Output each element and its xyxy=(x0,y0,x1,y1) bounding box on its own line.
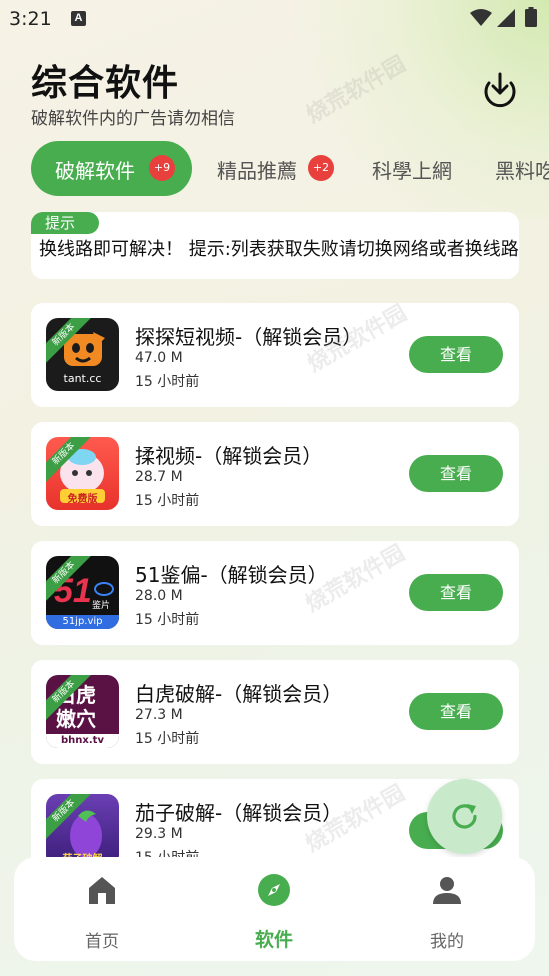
compass-icon xyxy=(258,874,290,906)
battery-icon xyxy=(525,7,537,27)
app-card[interactable]: 51 鉴片 51jp.vip 新版本 51鉴偏-（解锁会员） 28.0 M 15… xyxy=(31,541,519,645)
category-tabs: 破解软件 +9 精品推薦 +2 科學上網 黑料吃瓜 xyxy=(0,141,549,197)
download-icon[interactable] xyxy=(481,70,519,108)
person-icon xyxy=(433,877,461,904)
app-size: 29.3 M xyxy=(135,826,183,842)
app-updated-time: 15 小时前 xyxy=(135,612,200,628)
notification-a-icon: A xyxy=(71,11,86,26)
app-icon-rou: 免费版 新版本 xyxy=(46,437,119,510)
app-size: 47.0 M xyxy=(135,350,183,366)
play-circle-icon xyxy=(94,582,114,596)
page-title: 综合软件 xyxy=(31,63,180,104)
icon-caption: 免费版 xyxy=(67,494,98,505)
tab-recommended[interactable]: 精品推薦 +2 xyxy=(217,141,342,196)
nav-label: 我的 xyxy=(430,932,464,952)
tab-badge: +9 xyxy=(149,155,175,181)
icon-caption: bhnx.tv xyxy=(46,734,119,748)
page-subtitle: 破解软件内的广告请勿相信 xyxy=(31,109,235,129)
icon-caption: 51jp.vip xyxy=(46,615,119,629)
app-name: 白虎破解-（解锁会员） xyxy=(135,682,343,706)
tab-label: 黑料吃瓜 xyxy=(495,159,549,183)
icon-logo-tag: 鉴片 xyxy=(92,601,111,611)
refresh-button[interactable] xyxy=(427,779,502,854)
tab-label: 科學上網 xyxy=(372,159,452,183)
nav-mine[interactable]: 我的 xyxy=(387,857,507,961)
notice-marquee-text: 换线路即可解决！ 提示:列表获取失败请切换网络或者换线路即可解决！ xyxy=(39,239,519,260)
tab-label: 精品推薦 xyxy=(217,159,297,183)
view-button[interactable]: 查看 xyxy=(409,574,503,611)
app-updated-time: 15 小时前 xyxy=(135,731,200,747)
nav-home[interactable]: 首页 xyxy=(42,857,162,961)
nav-software[interactable]: 软件 xyxy=(214,857,334,961)
icon-logo-2: 嫩穴 xyxy=(56,707,96,731)
app-updated-time: 15 小时前 xyxy=(135,374,200,390)
home-icon xyxy=(89,877,115,904)
app-card[interactable]: tant.cc 新版本 探探短视频-（解锁会员） 47.0 M 15 小时前 查… xyxy=(31,303,519,407)
app-updated-time: 15 小时前 xyxy=(135,493,200,509)
tab-label: 破解软件 xyxy=(55,159,135,183)
app-card[interactable]: 白虎 嫩穴 bhnx.tv 新版本 白虎破解-（解锁会员） 27.3 M 15 … xyxy=(31,660,519,764)
tab-gossip[interactable]: 黑料吃瓜 xyxy=(495,141,549,196)
tab-badge: +2 xyxy=(308,155,334,181)
status-bar: 3:21 A xyxy=(0,0,549,38)
tab-cracked-software[interactable]: 破解软件 +9 xyxy=(31,141,192,196)
wifi-icon xyxy=(470,9,492,26)
app-name: 揉视频-（解锁会员） xyxy=(135,444,323,468)
view-button[interactable]: 查看 xyxy=(409,336,503,373)
app-icon-51jp: 51 鉴片 51jp.vip 新版本 xyxy=(46,556,119,629)
refresh-icon xyxy=(452,804,477,829)
app-card[interactable]: 免费版 新版本 揉视频-（解锁会员） 28.7 M 15 小时前 查看 xyxy=(31,422,519,526)
notice-banner: 提示 换线路即可解决！ 提示:列表获取失败请切换网络或者换线路即可解决！ xyxy=(31,212,519,279)
bottom-navigation: 首页 软件 我的 xyxy=(14,857,535,961)
status-time: 3:21 xyxy=(9,8,52,30)
nav-label: 首页 xyxy=(85,932,119,952)
app-size: 27.3 M xyxy=(135,707,183,723)
signal-icon xyxy=(497,9,515,27)
app-icon-tantan: tant.cc 新版本 xyxy=(46,318,119,391)
app-name: 茄子破解-（解锁会员） xyxy=(135,801,343,825)
watermark: 烧荒软件园 xyxy=(302,51,411,129)
app-size: 28.0 M xyxy=(135,588,183,604)
nav-label: 软件 xyxy=(254,929,293,951)
notice-tag: 提示 xyxy=(31,212,99,234)
view-button[interactable]: 查看 xyxy=(409,455,503,492)
tab-vpn[interactable]: 科學上網 xyxy=(372,141,472,196)
app-size: 28.7 M xyxy=(135,469,183,485)
app-name: 探探短视频-（解锁会员） xyxy=(135,325,363,349)
app-name: 51鉴偏-（解锁会员） xyxy=(135,563,328,587)
app-icon-baihu: 白虎 嫩穴 bhnx.tv 新版本 xyxy=(46,675,119,748)
icon-caption: tant.cc xyxy=(63,372,102,385)
view-button[interactable]: 查看 xyxy=(409,693,503,730)
